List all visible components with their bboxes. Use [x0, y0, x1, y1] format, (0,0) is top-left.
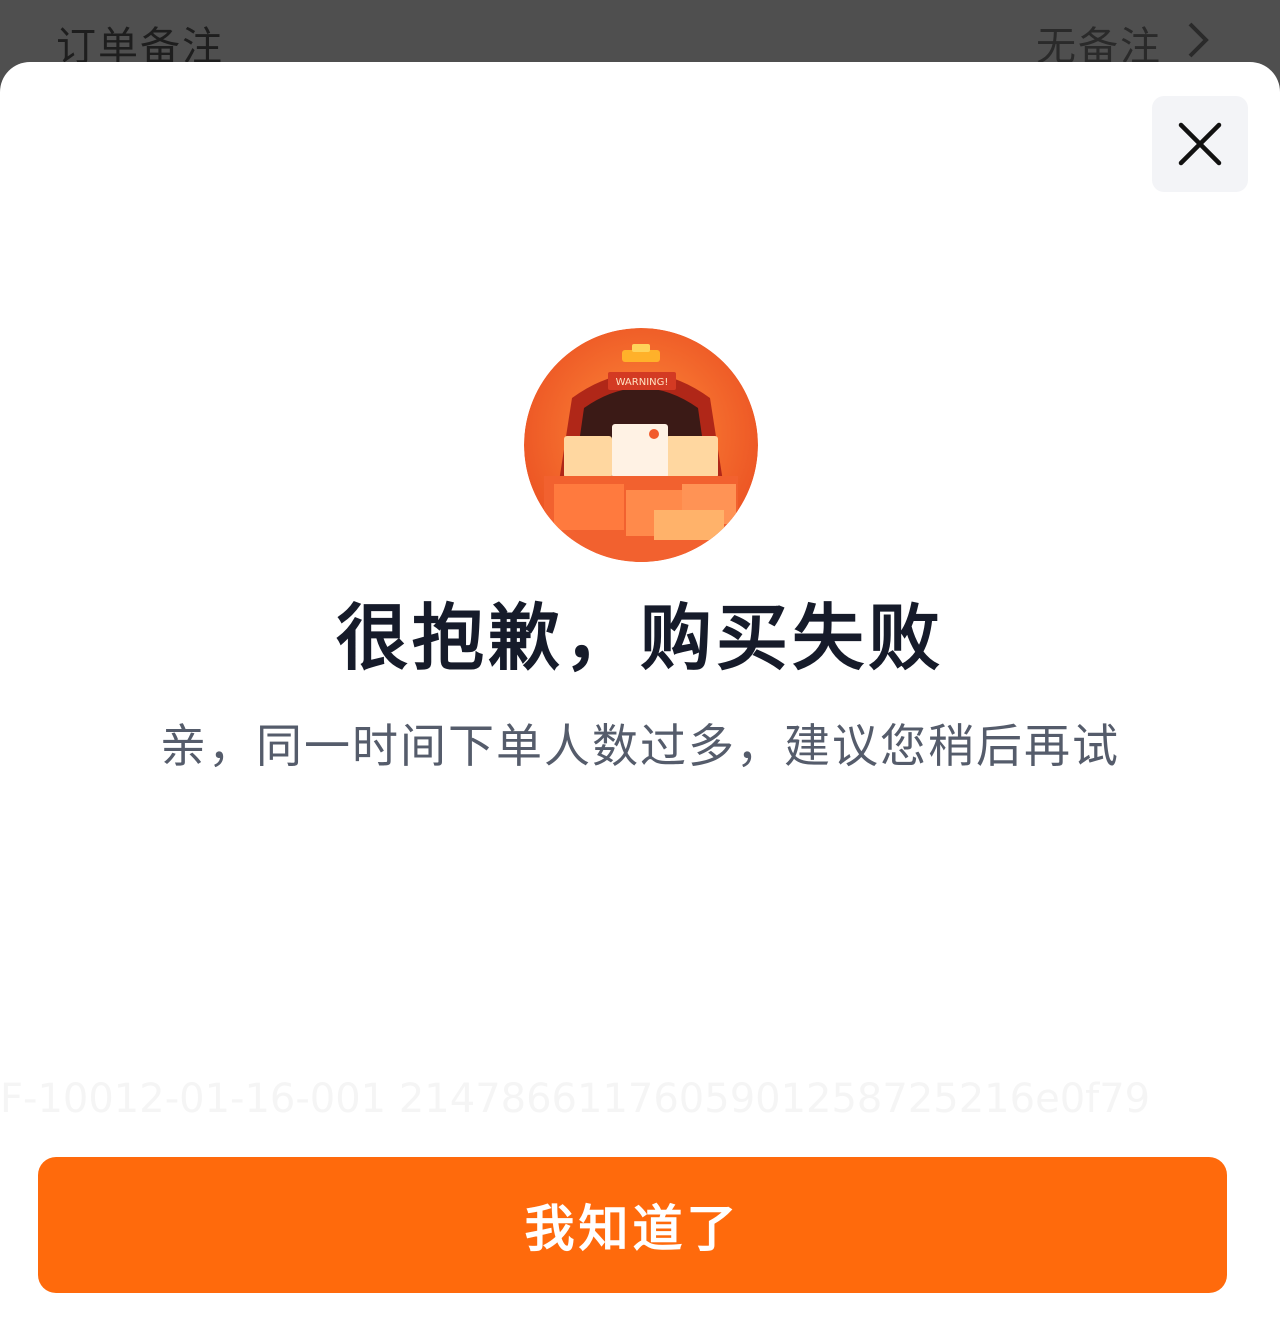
close-icon	[1178, 122, 1222, 166]
trace-id-watermark: F-10012-01-16-001 2147866117605901258725…	[0, 1076, 1151, 1122]
chevron-right-icon	[1188, 22, 1209, 58]
warning-text: WARNING!	[616, 377, 669, 388]
close-button[interactable]	[1152, 96, 1248, 192]
warning-truck-illustration: WARNING!	[524, 328, 758, 562]
purchase-failed-dialog: WARNING! 很抱歉，购买失败 亲，同一时间下单人数过多，建议您稍后再试 F…	[0, 62, 1280, 1342]
dialog-message: 亲，同一时间下单人数过多，建议您稍后再试	[160, 719, 1120, 773]
confirm-button[interactable]: 我知道了	[38, 1157, 1227, 1293]
page: 订单备注 无备注 WARNING! 很抱歉，购买失败 亲，同一时间下单人数过多，…	[0, 0, 1280, 1342]
dialog-title: 很抱歉，购买失败	[335, 596, 944, 680]
